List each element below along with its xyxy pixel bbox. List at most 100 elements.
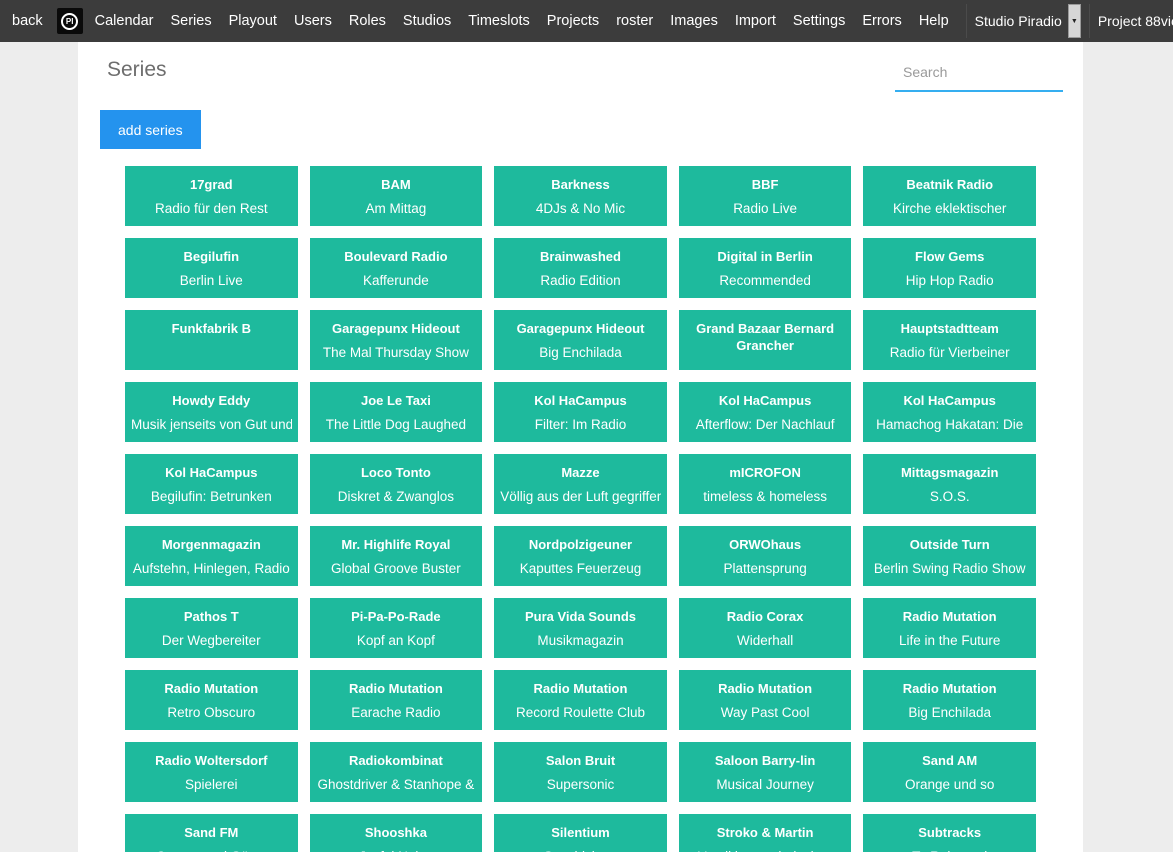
search-input[interactable] bbox=[895, 56, 1063, 92]
series-card-subtitle: It's all in a technicolour bbox=[685, 848, 846, 852]
series-card-title: Pi-Pa-Po-Rade bbox=[316, 608, 477, 625]
series-card[interactable]: Digital in BerlinRecommended bbox=[679, 238, 852, 298]
series-card-subtitle: Geschichten bbox=[500, 848, 661, 852]
series-card[interactable]: Sand FMOrange und Gäste bbox=[125, 814, 298, 852]
series-card[interactable]: Kol HaCampusBegilufin: Betrunken bbox=[125, 454, 298, 514]
series-card[interactable]: Beatnik RadioKirche eklektischer bbox=[863, 166, 1036, 226]
series-card[interactable]: NordpolzigeunerKaputtes Feuerzeug bbox=[494, 526, 667, 586]
series-card[interactable]: Garagepunx HideoutBig Enchilada bbox=[494, 310, 667, 370]
series-card-title: Pura Vida Sounds bbox=[500, 608, 661, 625]
series-card[interactable]: ORWOhausPlattensprung bbox=[679, 526, 852, 586]
series-card[interactable]: Salon BruitSupersonic bbox=[494, 742, 667, 802]
series-card[interactable]: Grand Bazaar Bernard Grancher bbox=[679, 310, 852, 370]
studio-select-value: Studio Piradio bbox=[967, 4, 1068, 38]
series-card-subtitle: Way Past Cool bbox=[685, 704, 846, 721]
series-card[interactable]: Kol HaCampusFilter: Im Radio bbox=[494, 382, 667, 442]
series-card[interactable]: Kol HaCampusAfterflow: Der Nachlauf bbox=[679, 382, 852, 442]
nav-item-playout[interactable]: Playout bbox=[229, 13, 277, 29]
series-card-subtitle: timeless & homeless bbox=[685, 488, 846, 505]
series-card-title: Kol HaCampus bbox=[869, 392, 1030, 409]
nav-item-import[interactable]: Import bbox=[735, 13, 776, 29]
series-card[interactable]: Kol HaCampusHamachog Hakatan: Die bbox=[863, 382, 1036, 442]
series-card[interactable]: BrainwashedRadio Edition bbox=[494, 238, 667, 298]
series-card-subtitle: Global Groove Buster bbox=[316, 560, 477, 577]
series-card[interactable]: Mr. Highlife RoyalGlobal Groove Buster bbox=[310, 526, 483, 586]
series-card-title: Flow Gems bbox=[869, 248, 1030, 265]
nav-item-images[interactable]: Images bbox=[670, 13, 718, 29]
nav-item-projects[interactable]: Projects bbox=[547, 13, 599, 29]
series-card[interactable]: Radio MutationRetro Obscuro bbox=[125, 670, 298, 730]
series-card[interactable]: BBFRadio Live bbox=[679, 166, 852, 226]
series-card-subtitle: Filter: Im Radio bbox=[500, 416, 661, 433]
series-card[interactable]: Funkfabrik B bbox=[125, 310, 298, 370]
series-card[interactable]: 17gradRadio für den Rest bbox=[125, 166, 298, 226]
series-card[interactable]: MittagsmagazinS.O.S. bbox=[863, 454, 1036, 514]
nav-item-help[interactable]: Help bbox=[919, 13, 949, 29]
add-series-button[interactable]: add series bbox=[100, 110, 201, 149]
series-card[interactable]: Garagepunx Hideout The Mal Thursday Show bbox=[310, 310, 483, 370]
series-card-subtitle: Joyful Noise bbox=[316, 848, 477, 852]
series-card-title: Radiokombinat bbox=[316, 752, 477, 769]
series-card[interactable]: SubtracksTo Released bbox=[863, 814, 1036, 852]
series-card-subtitle: Kirche eklektischer bbox=[869, 200, 1030, 217]
series-card[interactable]: RadiokombinatGhostdriver & Stanhope & bbox=[310, 742, 483, 802]
series-card[interactable]: Saloon Barry-linMusical Journey bbox=[679, 742, 852, 802]
back-link[interactable]: back bbox=[12, 13, 43, 29]
series-card[interactable]: BegilufinBerlin Live bbox=[125, 238, 298, 298]
nav-item-roles[interactable]: Roles bbox=[349, 13, 386, 29]
series-card[interactable]: Pi-Pa-Po-RadeKopf an Kopf bbox=[310, 598, 483, 658]
series-card[interactable]: Radio CoraxWiderhall bbox=[679, 598, 852, 658]
series-card[interactable]: Barkness4DJs & No Mic bbox=[494, 166, 667, 226]
series-card[interactable]: Loco TontoDiskret & Zwanglos bbox=[310, 454, 483, 514]
nav-item-users[interactable]: Users bbox=[294, 13, 332, 29]
series-card[interactable]: Pura Vida SoundsMusikmagazin bbox=[494, 598, 667, 658]
series-card[interactable]: Pathos TDer Wegbereiter bbox=[125, 598, 298, 658]
series-card[interactable]: Boulevard RadioKafferunde bbox=[310, 238, 483, 298]
series-card-title: Boulevard Radio bbox=[316, 248, 477, 265]
series-card[interactable]: Outside TurnBerlin Swing Radio Show bbox=[863, 526, 1036, 586]
series-card[interactable]: ShooshkaJoyful Noise bbox=[310, 814, 483, 852]
project-select[interactable]: Project 88vier ▼ bbox=[1089, 4, 1173, 38]
nav-item-roster[interactable]: roster bbox=[616, 13, 653, 29]
nav-item-timeslots[interactable]: Timeslots bbox=[468, 13, 530, 29]
series-card[interactable]: Radio MutationEarache Radio bbox=[310, 670, 483, 730]
series-card-subtitle: Hip Hop Radio bbox=[869, 272, 1030, 289]
series-card[interactable]: MorgenmagazinAufstehn, Hinlegen, Radio bbox=[125, 526, 298, 586]
series-card-title: Mittagsmagazin bbox=[869, 464, 1030, 481]
series-card[interactable]: Flow Gems Hip Hop Radio bbox=[863, 238, 1036, 298]
series-card-title: Garagepunx Hideout bbox=[316, 320, 477, 337]
series-card-subtitle: Afterflow: Der Nachlauf bbox=[685, 416, 846, 433]
series-card-subtitle: Diskret & Zwanglos bbox=[316, 488, 477, 505]
series-card[interactable]: Radio MutationBig Enchilada bbox=[863, 670, 1036, 730]
series-card-title: Morgenmagazin bbox=[131, 536, 292, 553]
series-card[interactable]: Silentium Geschichten bbox=[494, 814, 667, 852]
series-card[interactable]: Radio MutationRecord Roulette Club bbox=[494, 670, 667, 730]
series-card-subtitle: Radio Live bbox=[685, 200, 846, 217]
nav-item-studios[interactable]: Studios bbox=[403, 13, 451, 29]
series-card-subtitle: 4DJs & No Mic bbox=[500, 200, 661, 217]
series-card[interactable]: Stroko & MartinIt's all in a technicolou… bbox=[679, 814, 852, 852]
series-card[interactable]: HauptstadtteamRadio für Vierbeiner bbox=[863, 310, 1036, 370]
series-card[interactable]: Joe Le TaxiThe Little Dog Laughed bbox=[310, 382, 483, 442]
series-card[interactable]: MazzeVöllig aus der Luft gegriffen bbox=[494, 454, 667, 514]
studio-select[interactable]: Studio Piradio ▼ bbox=[966, 4, 1081, 38]
series-card-title: Subtracks bbox=[869, 824, 1030, 841]
series-card[interactable]: Howdy EddyMusik jenseits von Gut und bbox=[125, 382, 298, 442]
series-card-title: Funkfabrik B bbox=[131, 320, 292, 337]
nav-item-errors[interactable]: Errors bbox=[862, 13, 901, 29]
series-grid: 17gradRadio für den RestBAMAm MittagBark… bbox=[125, 166, 1036, 852]
series-card[interactable]: Radio MutationWay Past Cool bbox=[679, 670, 852, 730]
nav-item-series[interactable]: Series bbox=[170, 13, 211, 29]
chevron-down-icon: ▼ bbox=[1068, 4, 1081, 38]
series-card-title: Silentium bbox=[500, 824, 661, 841]
series-card[interactable]: Radio WoltersdorfSpielerei bbox=[125, 742, 298, 802]
series-card-title: Begilufin bbox=[131, 248, 292, 265]
series-card[interactable]: mICROFONtimeless & homeless bbox=[679, 454, 852, 514]
series-card-subtitle: The Mal Thursday Show bbox=[316, 344, 477, 361]
series-card[interactable]: Sand AMOrange und so bbox=[863, 742, 1036, 802]
nav-item-settings[interactable]: Settings bbox=[793, 13, 845, 29]
series-card-title: Radio Mutation bbox=[869, 608, 1030, 625]
nav-item-calendar[interactable]: Calendar bbox=[95, 13, 154, 29]
series-card[interactable]: BAMAm Mittag bbox=[310, 166, 483, 226]
series-card[interactable]: Radio MutationLife in the Future bbox=[863, 598, 1036, 658]
